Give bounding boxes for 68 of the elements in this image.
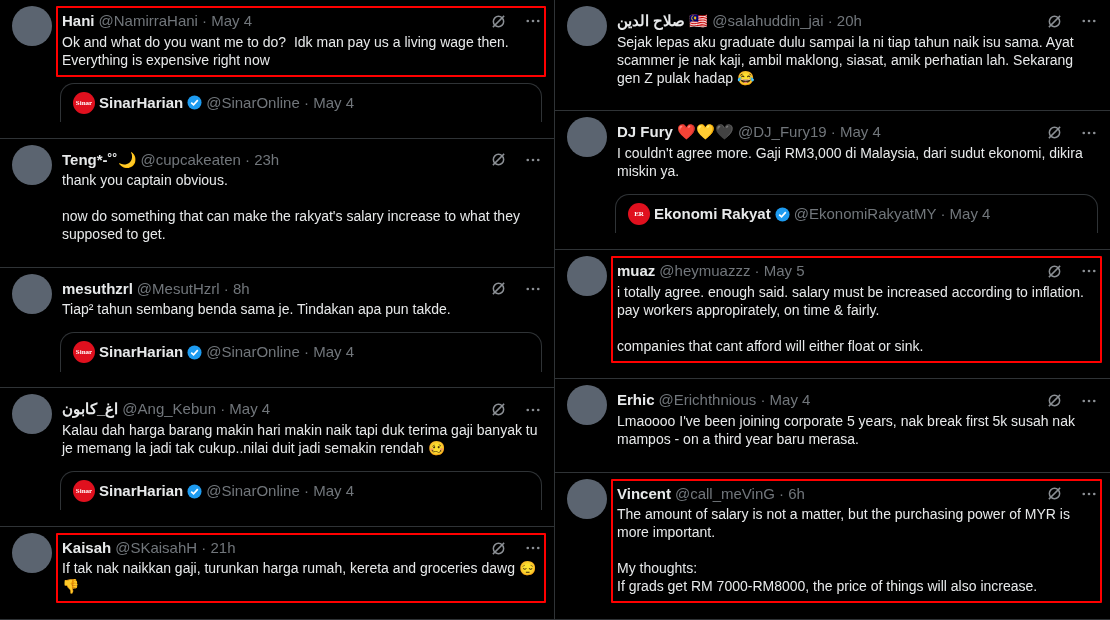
slashed-circle-icon[interactable] xyxy=(491,13,506,29)
avatar xyxy=(12,144,52,185)
user-name: muaz xyxy=(617,261,656,282)
more-icon[interactable] xyxy=(526,286,540,291)
more-icon[interactable] xyxy=(526,19,540,24)
quote-handle-and-time: @SinarOnline · May 4 xyxy=(206,480,354,501)
slashed-circle-icon[interactable] xyxy=(1047,263,1062,279)
slashed-circle-icon[interactable] xyxy=(491,540,506,556)
slashed-circle-icon[interactable] xyxy=(491,152,506,168)
user-name: Erhic xyxy=(617,390,655,411)
post-text: Sejak lepas aku graduate dulu sampai la ni tiap tahun naik isu sama. Ayat scammer je nak kaji, ambil maklong, siasat, amik perhatian lah. Sekarang gen Z pulak hadap 😂 xyxy=(617,32,1075,88)
post-text: I couldn't agree more. Gaji RM3,000 di Malaysia, dari sudut ekonomi, dikira miskin ya. xyxy=(617,143,1084,181)
quote-user-name: Ekonomi Rakyat xyxy=(654,203,771,224)
handle-and-time: @call_meVinG · 6h xyxy=(674,483,805,504)
user-name: DJ Fury ❤💛🖤 xyxy=(617,122,734,143)
slashed-circle-icon[interactable] xyxy=(1047,13,1062,29)
avatar xyxy=(12,273,52,314)
handle-and-time: @salahuddin_jai · 20h xyxy=(712,11,862,31)
avatar xyxy=(12,532,52,573)
handle-and-time: @NamirraHani · May 4 xyxy=(98,11,253,31)
slashed-circle-icon[interactable] xyxy=(491,281,506,297)
more-icon[interactable] xyxy=(1082,491,1096,496)
handle-and-time: @SKaisahH · 21h xyxy=(115,537,236,558)
more-icon[interactable] xyxy=(1082,19,1096,24)
quote-user-name: SinarHarian xyxy=(99,92,184,113)
quote-handle-and-time: @EkonomiRakyatMY · May 4 xyxy=(793,203,991,224)
handle-and-time: @Erichthnious · May 4 xyxy=(658,390,811,411)
avatar xyxy=(567,6,607,46)
more-icon[interactable] xyxy=(1082,269,1096,274)
post-text: Tiap² tahun sembang benda sama je. Tindakan apa pun takde. xyxy=(62,300,452,320)
post-text: The amount of salary is not a matter, but the purchasing power of MYR is more important. My thoughts: If grads get RM 7000-RM8000, the price of things will also increase. xyxy=(617,505,1071,597)
avatar xyxy=(567,478,607,519)
post-text: If tak nak naikkan gaji, turunkan harga rumah, kereta and groceries dawg 😔👎 xyxy=(62,559,537,597)
handle-and-time: @heymuazzz · May 5 xyxy=(659,261,805,282)
post-text: Kalau dah harga barang makin hari makin naik tapi duk terima gaji banyak tu je memang la jadi tak cukup..nilai duit jadi semakin rendah 🥴 xyxy=(62,420,539,458)
post-text: i totally agree. enough said. salary must be increased according to inflation. pay workers appropirately, on time & fairly. companies that cant afford will either float or sink. xyxy=(617,282,1085,356)
more-icon[interactable] xyxy=(526,407,540,412)
handle-and-time: @DJ_Fury19 · May 4 xyxy=(738,122,881,143)
post-text: Ok and what do you want me to do? Idk man pay us a living wage then. Everything is expensive right now xyxy=(62,32,510,70)
more-icon[interactable] xyxy=(1082,130,1096,135)
post-text: Lmaoooo I've been joining corporate 5 years, nak break first 5k susah nak mampos - on a third year baru merasa. xyxy=(617,411,1076,449)
user-name: Vincent xyxy=(617,483,671,504)
slashed-circle-icon[interactable] xyxy=(1047,125,1062,141)
slashed-circle-icon[interactable] xyxy=(1047,486,1062,502)
handle-and-time: @Ang_Kebun · May 4 xyxy=(122,399,271,420)
avatar xyxy=(567,256,607,297)
avatar xyxy=(567,117,607,158)
more-icon[interactable] xyxy=(526,546,540,551)
more-icon[interactable] xyxy=(1082,398,1096,403)
handle-and-time: @MesutHzrl · 8h xyxy=(136,278,250,299)
avatar xyxy=(567,385,607,426)
slashed-circle-icon[interactable] xyxy=(491,402,506,418)
user-name: mesuthzrl xyxy=(62,278,133,299)
avatar xyxy=(12,394,52,435)
avatar xyxy=(12,6,52,46)
quote-user-name: SinarHarian xyxy=(99,480,184,501)
more-icon[interactable] xyxy=(526,157,540,162)
user-name: Teng*-˚˚🌙 xyxy=(62,149,137,170)
handle-and-time: @cupcakeaten · 23h xyxy=(140,149,280,170)
user-name: صلاح الدين 🇲🇾 xyxy=(617,11,709,32)
quote-handle-and-time: @SinarOnline · May 4 xyxy=(206,92,354,113)
user-name: اغ_كابون xyxy=(62,399,119,420)
quote-handle-and-time: @SinarOnline · May 4 xyxy=(206,342,354,363)
user-name: Kaisah xyxy=(62,537,112,558)
post-text: thank you captain obvious. now do something that can make the rakyat's salary increase to what they supposed to get. xyxy=(62,171,521,245)
user-name: Hani xyxy=(62,11,95,31)
slashed-circle-icon[interactable] xyxy=(1047,393,1062,409)
quote-user-name: SinarHarian xyxy=(99,342,184,363)
